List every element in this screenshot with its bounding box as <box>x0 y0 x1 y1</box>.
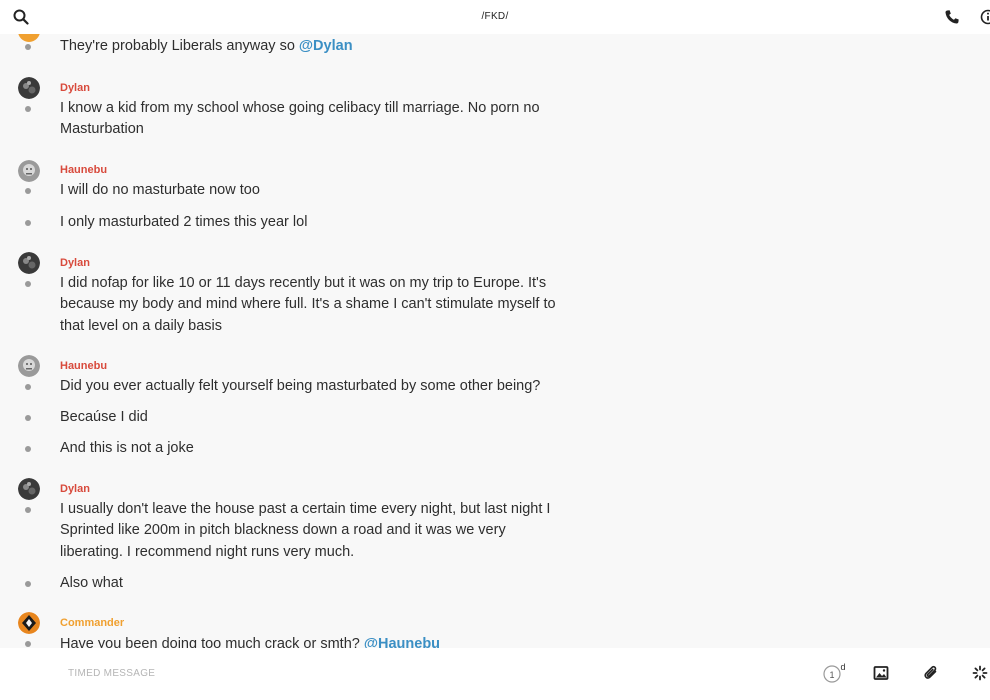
ttl-value: 1 <box>829 670 834 680</box>
sender-name[interactable]: Dylan <box>60 82 90 94</box>
sender-name[interactable]: Commander <box>60 617 124 629</box>
mention-link[interactable]: @Haunebu <box>364 636 440 648</box>
sender-name[interactable]: Haunebu <box>60 164 107 176</box>
timer-icon[interactable]: 1 d <box>822 663 848 685</box>
message-text: And this is not a joke <box>60 440 194 456</box>
sender-name[interactable]: Dylan <box>60 483 90 495</box>
message-text: I will do no masturbate now too <box>60 182 260 198</box>
message-bullet <box>25 581 31 587</box>
avatar[interactable] <box>18 252 40 274</box>
message-bullet <box>25 384 31 390</box>
avatar[interactable] <box>18 612 40 634</box>
mention-link[interactable]: @Dylan <box>299 38 353 54</box>
message-text: Have you been doing too much crack or sm… <box>60 634 560 648</box>
message-text: Becaúse I did <box>60 409 148 425</box>
message-list[interactable]: They're probably Liberals anyway so @Dyl… <box>0 34 990 648</box>
message-bullet <box>25 507 31 513</box>
message-bullet <box>25 641 31 647</box>
avatar <box>18 34 40 42</box>
message-bullet <box>25 415 31 421</box>
message-text: Also what <box>60 575 123 591</box>
message-bullet <box>25 220 31 226</box>
message-text: They're probably Liberals anyway so @Dyl… <box>60 38 353 54</box>
conversation-title: /FKD/ <box>481 11 509 22</box>
message-bullet <box>25 281 31 287</box>
loading-icon[interactable] <box>972 665 988 681</box>
image-icon[interactable] <box>873 665 889 681</box>
avatar[interactable] <box>18 355 40 377</box>
ttl-unit: d <box>840 663 845 672</box>
info-icon[interactable] <box>980 9 990 25</box>
message-text: I usually don't leave the house past a c… <box>60 501 551 560</box>
top-bar: /FKD/ <box>0 0 990 34</box>
composer-bar: TIMED MESSAGE 1 d <box>0 648 990 700</box>
message-bullet <box>25 446 31 452</box>
avatar[interactable] <box>18 478 40 500</box>
avatar[interactable] <box>18 160 40 182</box>
message-text: Did you ever actually felt yourself bein… <box>60 378 541 394</box>
sender-name[interactable]: Haunebu <box>60 360 107 372</box>
message-bullet <box>25 106 31 112</box>
phone-icon[interactable] <box>944 9 960 25</box>
message-text: I only masturbated 2 times this year lol <box>60 214 308 230</box>
message-text: I know a kid from my school whose going … <box>60 100 540 138</box>
message-text: I did nofap for like 10 or 11 days recen… <box>60 275 556 334</box>
message-input[interactable]: TIMED MESSAGE <box>68 668 155 679</box>
avatar[interactable] <box>18 77 40 99</box>
sender-name[interactable]: Dylan <box>60 257 90 269</box>
attachment-icon[interactable] <box>923 665 939 681</box>
message-bullet <box>25 188 31 194</box>
message-bullet <box>25 44 31 50</box>
